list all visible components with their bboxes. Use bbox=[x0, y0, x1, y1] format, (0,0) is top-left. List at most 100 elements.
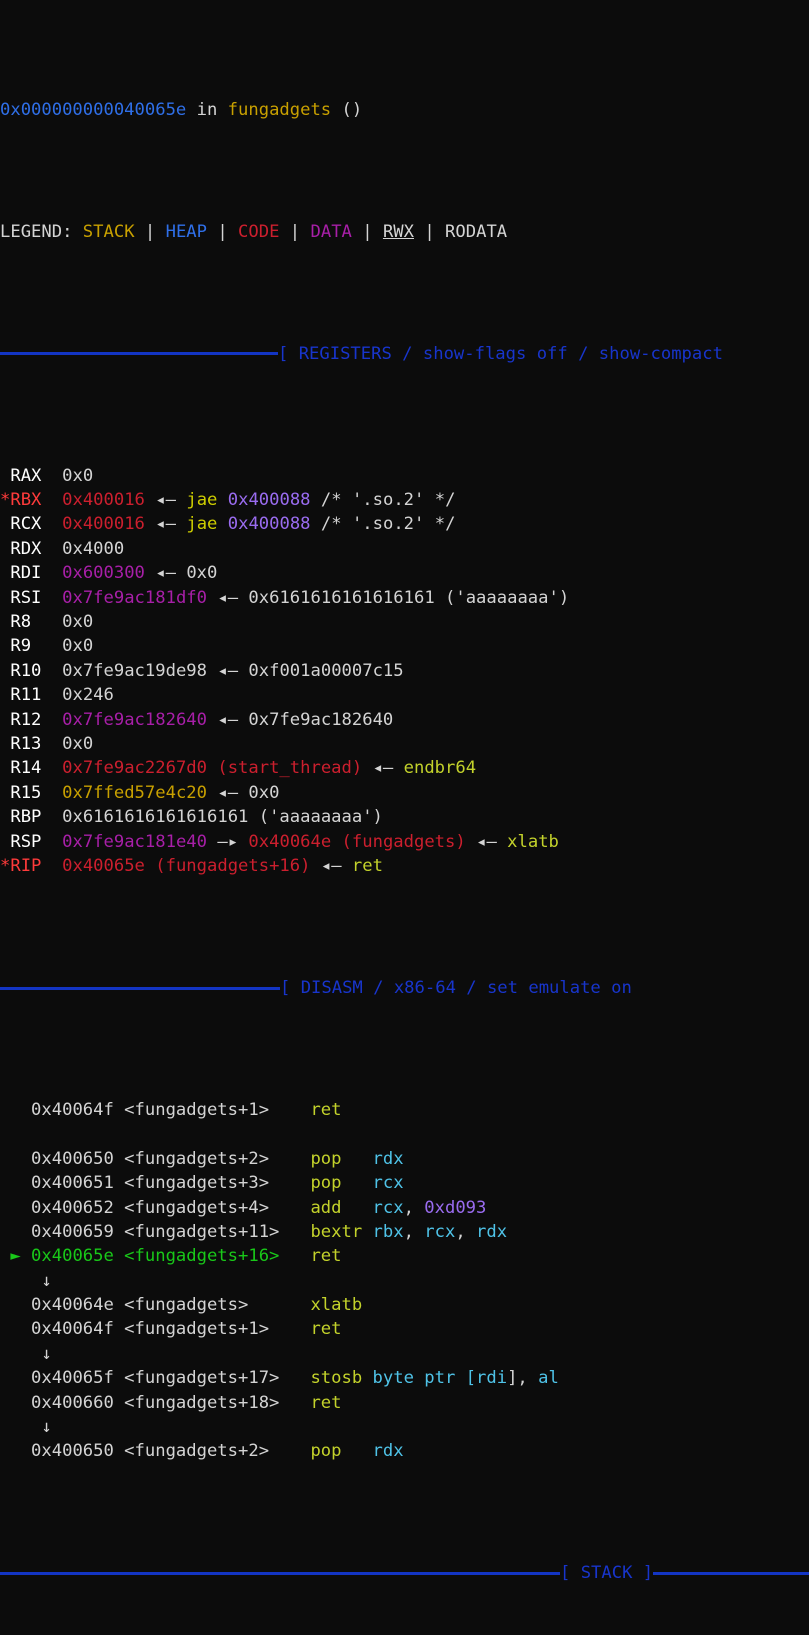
disasm-address: 0x40064f <fungadgets+1> bbox=[31, 1099, 311, 1120]
register-name: R12 bbox=[10, 709, 52, 730]
register-value-part: 0x0 bbox=[238, 782, 280, 803]
disasm-gutter bbox=[0, 1295, 31, 1315]
disasm-row: 0x400651 <fungadgets+3> pop rcx bbox=[0, 1171, 809, 1195]
register-value-part: 0x6161616161616161 ('aaaaaaaa') bbox=[238, 587, 570, 608]
disasm-gutter bbox=[0, 1149, 31, 1169]
disasm-operand: , bbox=[455, 1221, 477, 1242]
disasm-row: 0x400650 <fungadgets+2> pop rdx bbox=[0, 1147, 809, 1171]
register-row-r15: R15 0x7ffed57e4c20 ◂— 0x0 bbox=[0, 781, 809, 805]
terminal-screen[interactable]: 0x000000000040065e in fungadgets () LEGE… bbox=[0, 0, 809, 1583]
register-gap bbox=[52, 685, 62, 705]
disasm-address: 0x400660 <fungadgets+18> bbox=[31, 1392, 311, 1413]
registers-header-text: [ REGISTERS / show-flags off / show-comp… bbox=[278, 343, 723, 364]
status-parens: () bbox=[331, 99, 363, 120]
disasm-address: 0x40064f <fungadgets+1> bbox=[31, 1319, 311, 1340]
disasm-operand: byte ptr [ bbox=[372, 1368, 477, 1389]
register-gap bbox=[52, 734, 62, 754]
disasm-mnemonic: ret bbox=[310, 1099, 342, 1120]
register-value-part: 0x0 bbox=[62, 465, 94, 486]
register-value-part: ◂— bbox=[155, 514, 176, 535]
register-gap bbox=[52, 490, 62, 510]
disasm-gutter bbox=[0, 1198, 31, 1218]
disasm-gutter bbox=[0, 1441, 31, 1461]
register-value-part: ◂— bbox=[217, 782, 239, 803]
register-row-rax: RAX 0x0 bbox=[0, 464, 809, 488]
register-name: R9 bbox=[10, 636, 52, 657]
status-line: 0x000000000040065e in fungadgets () bbox=[0, 98, 809, 122]
disasm-operand: rcx bbox=[372, 1173, 404, 1194]
disasm-operand: rcx bbox=[372, 1197, 404, 1218]
disasm-operand: rdx bbox=[372, 1148, 404, 1169]
register-row-r14: R14 0x7fe9ac2267d0 (start_thread) ◂— end… bbox=[0, 756, 809, 780]
register-value-part bbox=[342, 856, 352, 876]
register-value-part: ret bbox=[351, 855, 383, 876]
stack-header-text: [ STACK ] bbox=[560, 1563, 654, 1584]
register-value-part bbox=[207, 783, 217, 803]
register-modified-marker bbox=[0, 636, 10, 656]
disasm-gutter bbox=[0, 1368, 31, 1388]
disasm-operand: 0xd093 bbox=[424, 1197, 487, 1218]
disasm-row: 0x40064f <fungadgets+1> ret bbox=[0, 1098, 809, 1122]
current-instruction-icon: ► bbox=[0, 1246, 32, 1267]
register-modified-marker bbox=[0, 612, 10, 632]
register-value-part bbox=[145, 563, 155, 583]
register-gap bbox=[52, 588, 62, 608]
disasm-gutter bbox=[0, 1393, 31, 1413]
disasm-operand: rdx bbox=[476, 1221, 508, 1242]
register-name: RSI bbox=[10, 587, 52, 608]
register-value-part: 0x400016 bbox=[62, 490, 145, 511]
register-row-r11: R11 0x246 bbox=[0, 683, 809, 707]
register-value-part bbox=[362, 758, 372, 778]
register-gap bbox=[52, 710, 62, 730]
disasm-address: 0x40064e <fungadgets> bbox=[31, 1295, 311, 1316]
register-name: RBP bbox=[10, 807, 52, 828]
register-value-part bbox=[217, 514, 227, 534]
branch-down-icon: ↓ bbox=[41, 1270, 52, 1291]
register-modified-marker bbox=[0, 514, 10, 534]
disasm-mnemonic: xlatb bbox=[310, 1295, 363, 1316]
status-symbol: fungadgets bbox=[227, 99, 332, 120]
register-value-part bbox=[207, 710, 217, 730]
disasm-row: 0x400650 <fungadgets+2> pop rdx bbox=[0, 1439, 809, 1463]
branch-down-icon: ↓ bbox=[41, 1417, 52, 1438]
legend-item-code: CODE bbox=[238, 221, 280, 242]
register-gap bbox=[52, 612, 62, 632]
register-gap bbox=[52, 636, 62, 656]
register-value-part: 0x0 bbox=[62, 612, 94, 633]
register-name: R11 bbox=[10, 685, 52, 706]
disasm-address: 0x400650 <fungadgets+2> bbox=[31, 1441, 311, 1462]
register-value-part: 0x40065e (fungadgets+16) bbox=[62, 855, 311, 876]
disasm-mnemonic: pop bbox=[310, 1148, 373, 1169]
disasm-operand: , bbox=[403, 1221, 425, 1242]
register-modified-marker bbox=[0, 661, 10, 681]
register-value-part: 0x7fe9ac19de98 bbox=[62, 660, 207, 681]
register-value-part bbox=[145, 514, 155, 534]
register-value-part: ◂— bbox=[217, 660, 239, 681]
register-row-r8: R8 0x0 bbox=[0, 610, 809, 634]
branch-down-icon: ↓ bbox=[41, 1343, 52, 1364]
disasm-row: 0x400660 <fungadgets+18> ret bbox=[0, 1391, 809, 1415]
register-gap bbox=[52, 783, 62, 803]
register-modified-marker bbox=[0, 807, 10, 827]
register-gap bbox=[52, 661, 62, 681]
register-modified-marker bbox=[0, 734, 10, 754]
disasm-operand: ], bbox=[507, 1368, 539, 1389]
register-value-part: ◂— bbox=[155, 563, 176, 584]
legend-item-rwx: RWX bbox=[382, 221, 414, 242]
legend-separator: | bbox=[134, 221, 166, 242]
register-gap bbox=[52, 807, 62, 827]
register-value-part bbox=[176, 514, 186, 534]
register-value-part: 0x7ffed57e4c20 bbox=[62, 782, 207, 803]
registers-panel-header: [ REGISTERS / show-flags off / show-comp… bbox=[0, 342, 809, 366]
register-value-part: 0x600300 bbox=[62, 563, 145, 584]
disasm-mnemonic: ret bbox=[310, 1246, 342, 1267]
register-row-rsi: RSI 0x7fe9ac181df0 ◂— 0x6161616161616161… bbox=[0, 586, 809, 610]
register-row-rbp: RBP 0x6161616161616161 ('aaaaaaaa') bbox=[0, 805, 809, 829]
disasm-indent bbox=[0, 1417, 41, 1437]
register-gap bbox=[52, 856, 62, 876]
register-value-part: 0xf001a00007c15 bbox=[238, 660, 404, 681]
disasm-header-rule-left bbox=[0, 986, 280, 990]
register-modified-marker bbox=[0, 563, 10, 583]
legend-separator: | bbox=[414, 221, 446, 242]
register-value-part bbox=[207, 661, 217, 681]
